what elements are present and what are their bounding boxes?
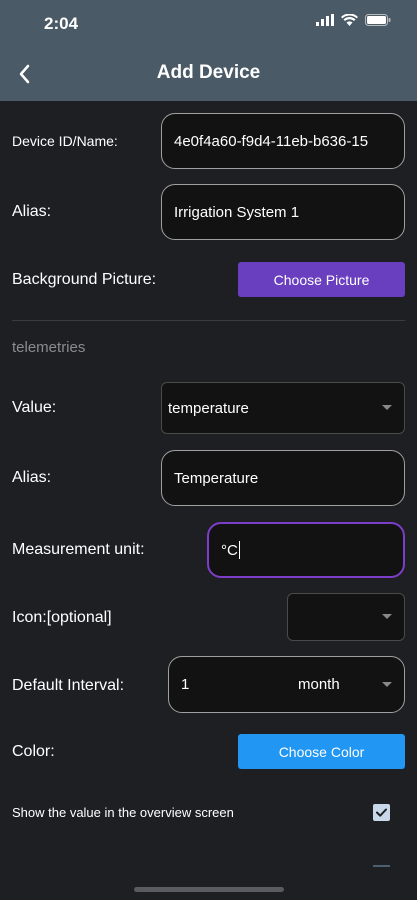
icon-select[interactable] <box>287 593 405 641</box>
value-select[interactable]: temperature <box>161 382 405 434</box>
device-id-label: Device ID/Name: <box>12 133 118 149</box>
status-time: 2:04 <box>44 14 79 33</box>
section-divider <box>12 320 405 321</box>
page-title: Add Device <box>156 62 261 83</box>
chevron-down-icon <box>382 405 392 410</box>
value-selected: temperature <box>168 399 249 417</box>
status-icons <box>316 14 391 26</box>
chevron-down-icon <box>382 681 392 687</box>
telemetry-alias-input[interactable]: Temperature <box>161 450 405 506</box>
icon-label: Icon:[optional] <box>12 609 112 626</box>
alias-input[interactable]: Irrigation System 1 <box>161 184 405 240</box>
wifi-icon <box>341 14 358 26</box>
alias-label: Alias: <box>12 203 52 220</box>
battery-icon <box>365 14 391 26</box>
interval-value: 1 <box>181 676 190 693</box>
telemetries-section-title: telemetries <box>12 339 86 356</box>
checkmark-icon <box>376 808 387 817</box>
chevron-down-icon <box>382 614 392 619</box>
interval-unit: month <box>298 676 340 693</box>
color-label: Color: <box>12 743 55 760</box>
choose-picture-button[interactable]: Choose Picture <box>238 262 405 297</box>
show-value-checkbox[interactable] <box>373 804 390 821</box>
home-indicator[interactable] <box>134 887 284 892</box>
measurement-unit-label: Measurement unit: <box>12 541 145 558</box>
measurement-unit-value: °C <box>221 541 238 559</box>
show-value-label: Show the value in the overview screen <box>12 805 234 820</box>
device-id-input[interactable]: 4e0f4a60-f9d4-11eb-b636-15 <box>161 113 405 169</box>
measurement-unit-input[interactable]: °C <box>207 522 405 578</box>
background-picture-label: Background Picture: <box>12 271 157 288</box>
signal-icon <box>316 14 334 26</box>
telemetry-alias-value: Temperature <box>174 469 259 487</box>
app-header: 2:04 Add Device <box>0 0 417 101</box>
text-cursor <box>238 541 240 559</box>
device-id-value: 4e0f4a60-f9d4-11eb-b636-15 <box>174 132 369 150</box>
scroll-hint <box>373 865 390 867</box>
default-interval-label: Default Interval: <box>12 677 125 694</box>
default-interval-select[interactable]: 1 month <box>168 656 405 713</box>
value-label: Value: <box>12 399 57 416</box>
alias-value: Irrigation System 1 <box>174 203 300 221</box>
telemetry-alias-label: Alias: <box>12 469 52 486</box>
choose-color-button[interactable]: Choose Color <box>238 734 405 769</box>
